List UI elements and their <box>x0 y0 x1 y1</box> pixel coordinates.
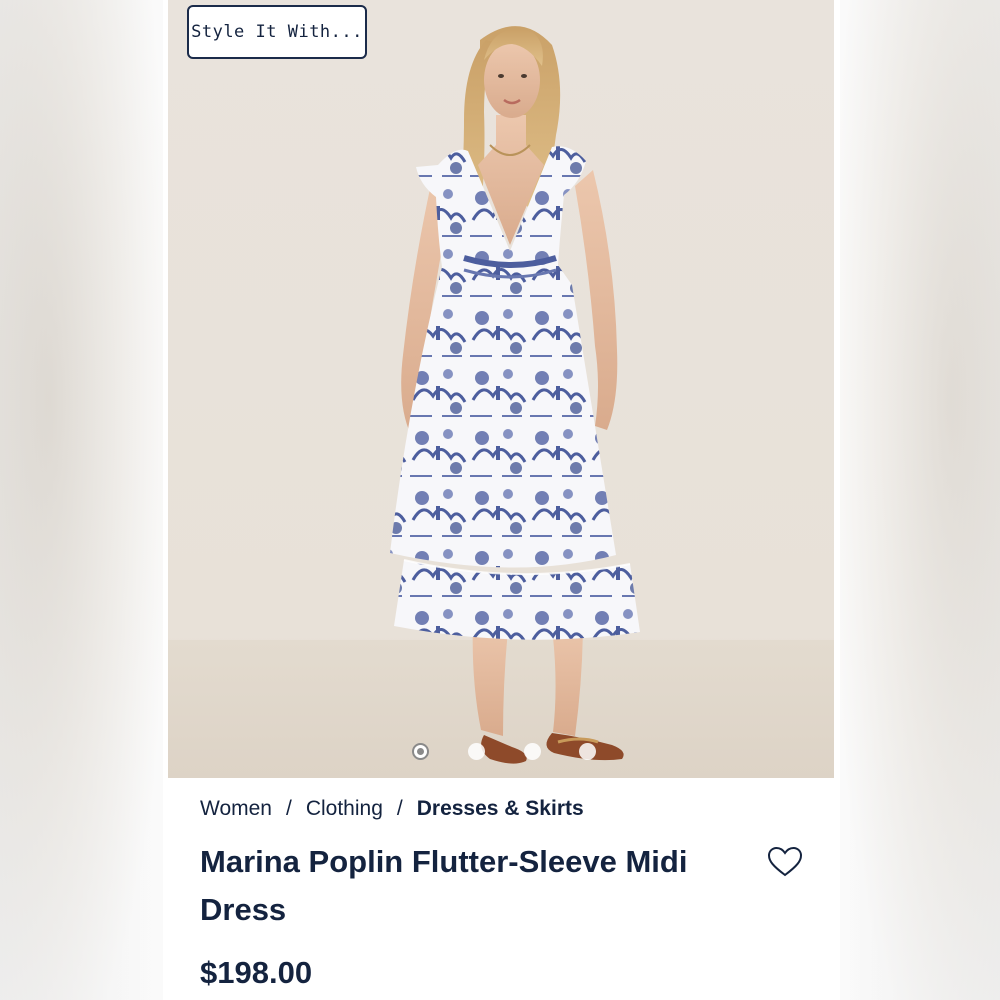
carousel-dot-2[interactable] <box>468 743 485 760</box>
breadcrumb-dresses-skirts[interactable]: Dresses & Skirts <box>417 797 584 821</box>
breadcrumb-separator: / <box>396 797 403 820</box>
product-title: Marina Poplin Flutter-Sleeve Midi Dress <box>200 844 688 927</box>
product-page: Style It With... Women / Clothing / Dres… <box>163 0 840 1000</box>
background-blur-left <box>0 0 163 1000</box>
breadcrumb-separator: / <box>285 797 292 820</box>
breadcrumb-women[interactable]: Women <box>200 797 272 821</box>
breadcrumb: Women / Clothing / Dresses & Skirts <box>200 795 584 823</box>
carousel-dot-4[interactable] <box>579 743 596 760</box>
background-blur-right <box>837 0 1000 1000</box>
product-price: $198.00 <box>200 955 313 990</box>
product-image-carousel[interactable]: Style It With... <box>168 0 834 778</box>
carousel-dot-1[interactable] <box>412 743 429 760</box>
carousel-dot-3[interactable] <box>524 743 541 760</box>
breadcrumb-clothing[interactable]: Clothing <box>306 797 383 821</box>
style-it-with-button[interactable]: Style It With... <box>187 5 367 59</box>
carousel-pagination <box>168 743 834 763</box>
heart-outline-icon[interactable] <box>767 846 803 878</box>
model-photo <box>390 26 640 764</box>
